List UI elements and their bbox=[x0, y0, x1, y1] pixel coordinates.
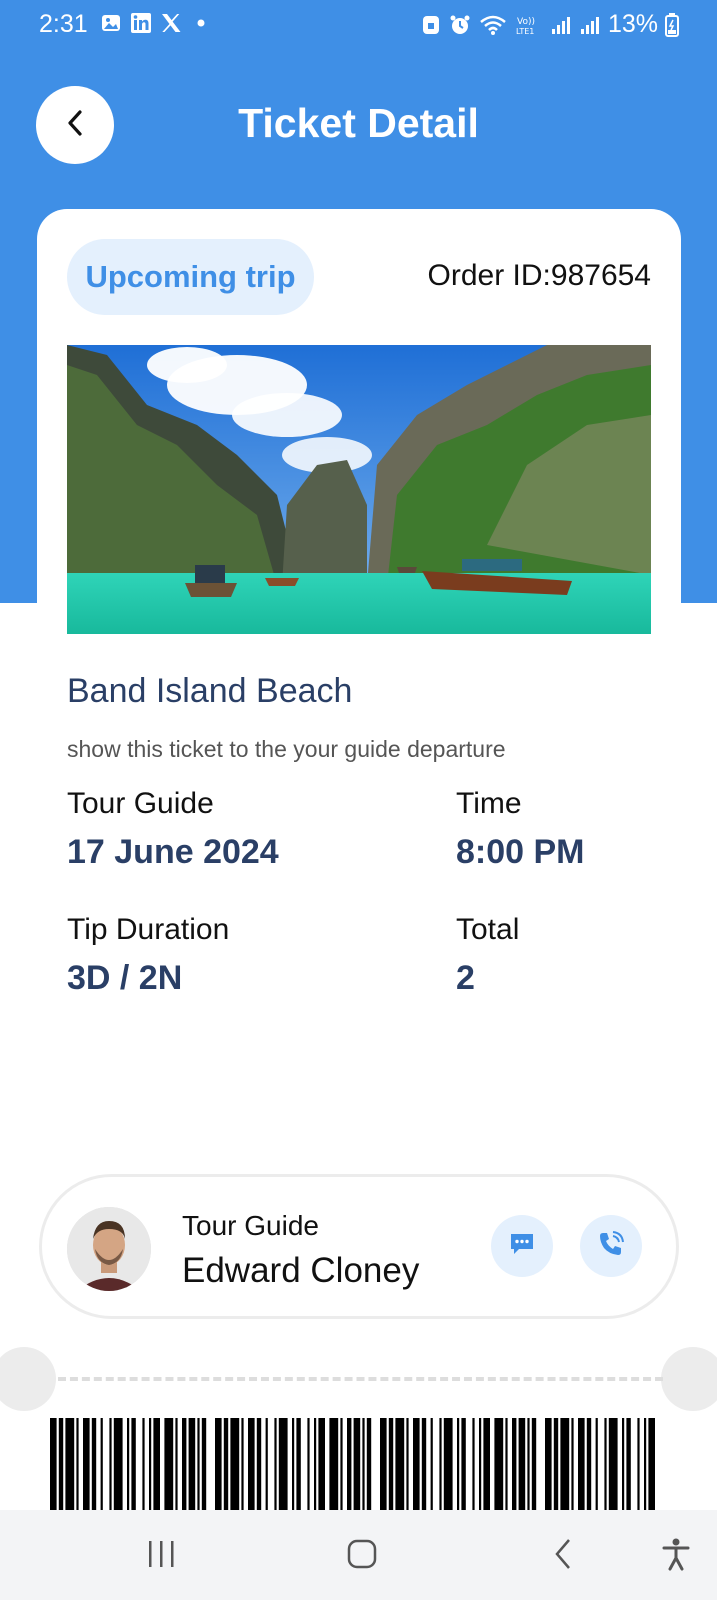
dot-icon bbox=[190, 12, 212, 34]
status-bar: 2:31 Vo)) LTE1 13% bbox=[0, 0, 717, 50]
chat-icon bbox=[507, 1229, 537, 1264]
barcode bbox=[50, 1418, 667, 1510]
call-button[interactable] bbox=[580, 1215, 642, 1277]
svg-text:LTE1: LTE1 bbox=[516, 27, 534, 36]
time-label: Time bbox=[456, 787, 522, 820]
status-left-icons bbox=[100, 12, 212, 34]
security-icon bbox=[420, 14, 442, 36]
page-title: Ticket Detail bbox=[238, 100, 479, 146]
recent-apps-icon bbox=[145, 1539, 177, 1574]
signal-icon bbox=[579, 14, 601, 36]
trip-duration-value: 3D / 2N bbox=[67, 959, 183, 997]
guide-role: Tour Guide bbox=[182, 1210, 319, 1241]
phone-icon bbox=[596, 1229, 626, 1264]
accessibility-button[interactable] bbox=[652, 1532, 700, 1580]
battery-icon bbox=[665, 12, 679, 37]
total-value: 2 bbox=[456, 959, 475, 997]
status-right: Vo)) LTE1 13% bbox=[420, 10, 679, 39]
avatar bbox=[67, 1207, 151, 1291]
recent-apps-button[interactable] bbox=[137, 1532, 185, 1580]
linkedin-icon bbox=[130, 12, 152, 34]
ticket-notch-right bbox=[661, 1347, 717, 1411]
wifi-icon bbox=[478, 14, 508, 36]
ticket-card: Upcoming trip Order ID:987654 Band Islan… bbox=[37, 209, 681, 1600]
time-value: 8:00 PM bbox=[456, 833, 585, 871]
volte-icon: Vo)) LTE1 bbox=[515, 14, 543, 36]
back-icon bbox=[551, 1537, 575, 1576]
ticket-note: show this ticket to the your guide depar… bbox=[67, 736, 506, 762]
alarm-icon bbox=[449, 14, 471, 36]
status-time: 2:31 bbox=[39, 10, 88, 38]
battery-percent: 13% bbox=[607, 10, 658, 38]
total-label: Total bbox=[456, 913, 520, 946]
signal-icon bbox=[550, 14, 572, 36]
home-button[interactable] bbox=[338, 1532, 386, 1580]
home-icon bbox=[345, 1537, 379, 1576]
ticket-divider bbox=[58, 1377, 663, 1381]
svg-text:Vo)): Vo)) bbox=[517, 17, 535, 27]
guide-card: Tour Guide Edward Cloney bbox=[39, 1174, 679, 1319]
system-nav-bar bbox=[0, 1510, 717, 1600]
tour-guide-label: Tour Guide bbox=[67, 787, 214, 820]
place-name: Band Island Beach bbox=[67, 672, 353, 710]
accessibility-icon bbox=[661, 1537, 691, 1576]
destination-photo bbox=[67, 345, 651, 634]
guide-name: Edward Cloney bbox=[182, 1251, 420, 1290]
x-icon bbox=[160, 12, 182, 34]
tour-date-value: 17 June 2024 bbox=[67, 833, 279, 871]
back-nav-button[interactable] bbox=[539, 1532, 587, 1580]
status-badge: Upcoming trip bbox=[67, 239, 314, 315]
gallery-icon bbox=[100, 12, 122, 34]
order-id: Order ID:987654 bbox=[427, 259, 651, 292]
chat-button[interactable] bbox=[491, 1215, 553, 1277]
trip-duration-label: Tip Duration bbox=[67, 913, 230, 946]
